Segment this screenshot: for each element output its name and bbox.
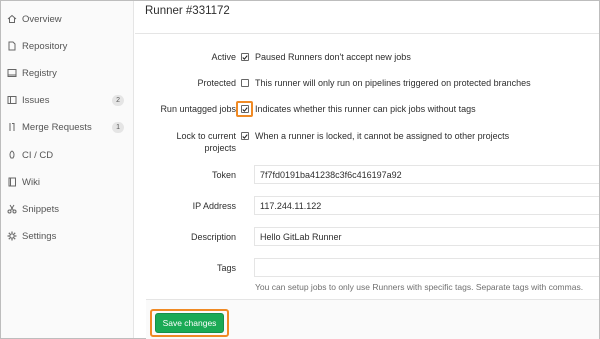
token-label: Token <box>211 170 236 180</box>
sidebar: Overview Repository Registry Issues 2 Me… <box>1 1 134 338</box>
book-icon <box>6 177 17 188</box>
doc-icon <box>6 41 17 52</box>
lock-label-line2: projects <box>204 143 236 153</box>
sidebar-item-ci-cd[interactable]: CI / CD <box>1 145 134 165</box>
merge-requests-count-badge: 1 <box>112 121 124 133</box>
sidebar-item-overview[interactable]: Overview <box>1 9 134 29</box>
sidebar-item-label: Overview <box>22 13 62 25</box>
ip-address-field[interactable]: 117.244.11.122 <box>254 196 599 215</box>
ip-address-label: IP Address <box>192 201 236 211</box>
description-value: Hello GitLab Runner <box>260 231 342 242</box>
description-field[interactable]: Hello GitLab Runner <box>254 227 599 246</box>
gear-icon <box>6 231 17 242</box>
protected-checkbox[interactable] <box>241 79 249 87</box>
title-divider <box>135 33 599 34</box>
box-icon <box>6 68 17 79</box>
protected-label: Protected <box>197 78 236 88</box>
active-label: Active <box>211 52 236 62</box>
active-hint: Paused Runners don't accept new jobs <box>255 52 411 62</box>
lock-checkbox[interactable] <box>241 132 249 140</box>
sidebar-item-label: Issues <box>22 94 50 106</box>
sidebar-item-label: Merge Requests <box>22 121 92 133</box>
sidebar-item-label: Registry <box>22 67 57 79</box>
sidebar-item-registry[interactable]: Registry <box>1 63 134 83</box>
issues-count-badge: 2 <box>112 94 124 106</box>
home-icon <box>6 14 17 25</box>
active-checkbox[interactable] <box>241 53 249 61</box>
token-value: 7f7fd0191ba41238c3f6c416197a92 <box>260 169 402 180</box>
sidebar-item-label: Snippets <box>22 203 59 215</box>
sidebar-item-snippets[interactable]: Snippets <box>1 199 134 219</box>
sidebar-item-label: CI / CD <box>22 149 54 161</box>
ip-address-value: 117.244.11.122 <box>260 200 322 211</box>
sidebar-item-wiki[interactable]: Wiki <box>1 172 134 192</box>
scissors-icon <box>6 204 17 215</box>
run-untagged-label: Run untagged jobs <box>160 104 236 114</box>
page-title: Runner #331172 <box>145 5 230 17</box>
sidebar-item-settings[interactable]: Settings <box>1 226 134 246</box>
rocket-icon <box>6 150 17 161</box>
issues-icon <box>6 95 17 106</box>
tags-field[interactable] <box>254 258 599 277</box>
tags-label: Tags <box>216 263 236 273</box>
sidebar-item-label: Settings <box>22 230 57 242</box>
merge-request-icon <box>6 122 17 133</box>
token-field[interactable]: 7f7fd0191ba41238c3f6c416197a92 <box>254 165 599 184</box>
tags-help-text: You can setup jobs to only use Runners w… <box>255 282 584 292</box>
sidebar-item-label: Wiki <box>22 176 40 188</box>
lock-label-line1: Lock to current <box>176 131 236 141</box>
save-changes-button[interactable]: Save changes <box>155 313 224 333</box>
sidebar-item-merge-requests[interactable]: Merge Requests 1 <box>1 117 134 137</box>
sidebar-item-repository[interactable]: Repository <box>1 36 134 56</box>
run-untagged-checkbox[interactable] <box>241 105 249 113</box>
run-untagged-hint: Indicates whether this runner can pick j… <box>255 104 476 114</box>
protected-hint: This runner will only run on pipelines t… <box>255 78 531 88</box>
sidebar-item-issues[interactable]: Issues 2 <box>1 90 134 110</box>
description-label: Description <box>190 232 236 242</box>
lock-hint: When a runner is locked, it cannot be as… <box>255 131 510 141</box>
sidebar-item-label: Repository <box>22 40 68 52</box>
